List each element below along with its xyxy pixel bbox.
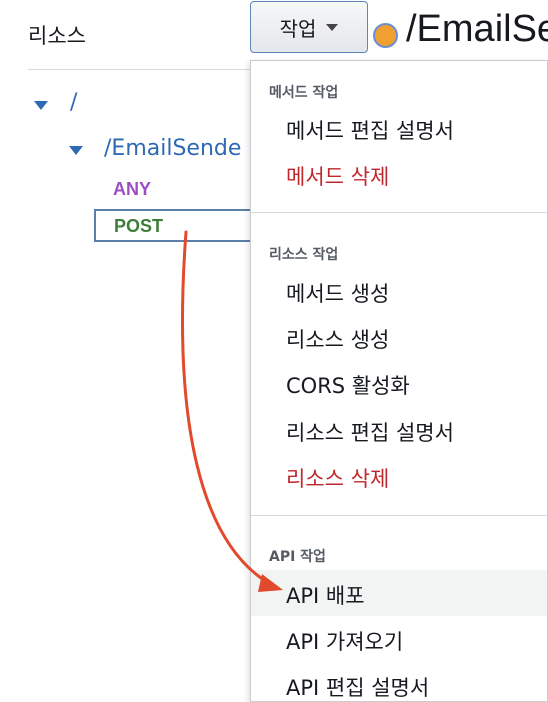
annotation-arrow-icon — [181, 230, 283, 592]
